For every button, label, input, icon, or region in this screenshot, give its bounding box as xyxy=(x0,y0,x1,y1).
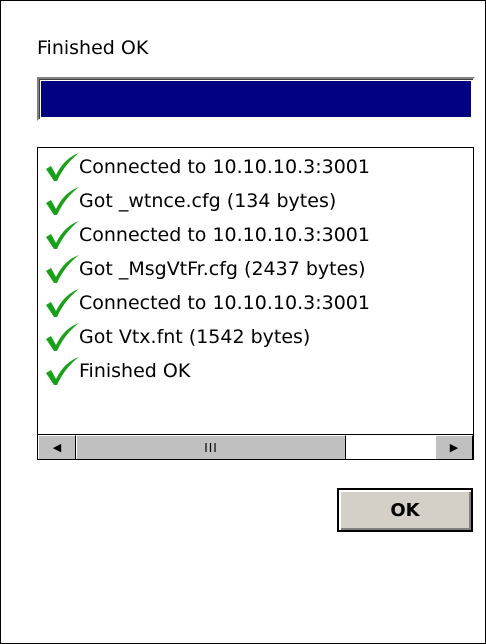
green-check-icon xyxy=(46,187,79,215)
arrow-left-icon: ◀ xyxy=(52,441,62,454)
log-item: Connected to 10.10.10.3:3001 xyxy=(42,218,473,252)
log-item: Got Vtx.fnt (1542 bytes) xyxy=(42,320,473,354)
log-item-text: Connected to 10.10.10.3:3001 xyxy=(79,156,370,178)
arrow-right-icon: ▶ xyxy=(449,441,459,454)
green-check-icon xyxy=(46,255,79,283)
green-check-icon xyxy=(46,153,79,181)
scroll-right-button[interactable]: ▶ xyxy=(435,435,473,459)
log-list: Connected to 10.10.10.3:3001 Got _wtnce.c… xyxy=(42,150,473,388)
green-check-icon xyxy=(46,221,79,249)
green-check-icon xyxy=(46,323,79,351)
scroll-track[interactable]: III xyxy=(76,435,435,459)
scroll-thumb[interactable]: III xyxy=(76,435,346,459)
log-listbox[interactable]: Connected to 10.10.10.3:3001 Got _wtnce.c… xyxy=(37,147,474,460)
log-item-text: Got _wtnce.cfg (134 bytes) xyxy=(79,190,337,212)
grip-icon: III xyxy=(204,440,218,455)
log-item: Got _MsgVtFr.cfg (2437 bytes) xyxy=(42,252,473,286)
log-item: Got _wtnce.cfg (134 bytes) xyxy=(42,184,473,218)
log-item-text: Got _MsgVtFr.cfg (2437 bytes) xyxy=(79,258,366,280)
green-check-icon xyxy=(46,357,79,385)
log-item-text: Connected to 10.10.10.3:3001 xyxy=(79,224,370,246)
green-check-icon xyxy=(46,289,79,317)
progress-bar xyxy=(37,77,475,121)
log-item: Finished OK xyxy=(42,354,473,388)
ok-button[interactable]: OK xyxy=(337,488,473,532)
log-item-text: Connected to 10.10.10.3:3001 xyxy=(79,292,370,314)
log-item: Connected to 10.10.10.3:3001 xyxy=(42,286,473,320)
status-label: Finished OK xyxy=(37,37,149,59)
horizontal-scrollbar[interactable]: ◀ III ▶ xyxy=(38,434,473,459)
progress-fill xyxy=(41,81,471,117)
dialog-window: Finished OK Connected to 10.10.10.3:3001… xyxy=(0,0,486,644)
scroll-left-button[interactable]: ◀ xyxy=(38,435,76,459)
log-item-text: Got Vtx.fnt (1542 bytes) xyxy=(79,326,311,348)
log-item-text: Finished OK xyxy=(79,360,191,382)
log-item: Connected to 10.10.10.3:3001 xyxy=(42,150,473,184)
